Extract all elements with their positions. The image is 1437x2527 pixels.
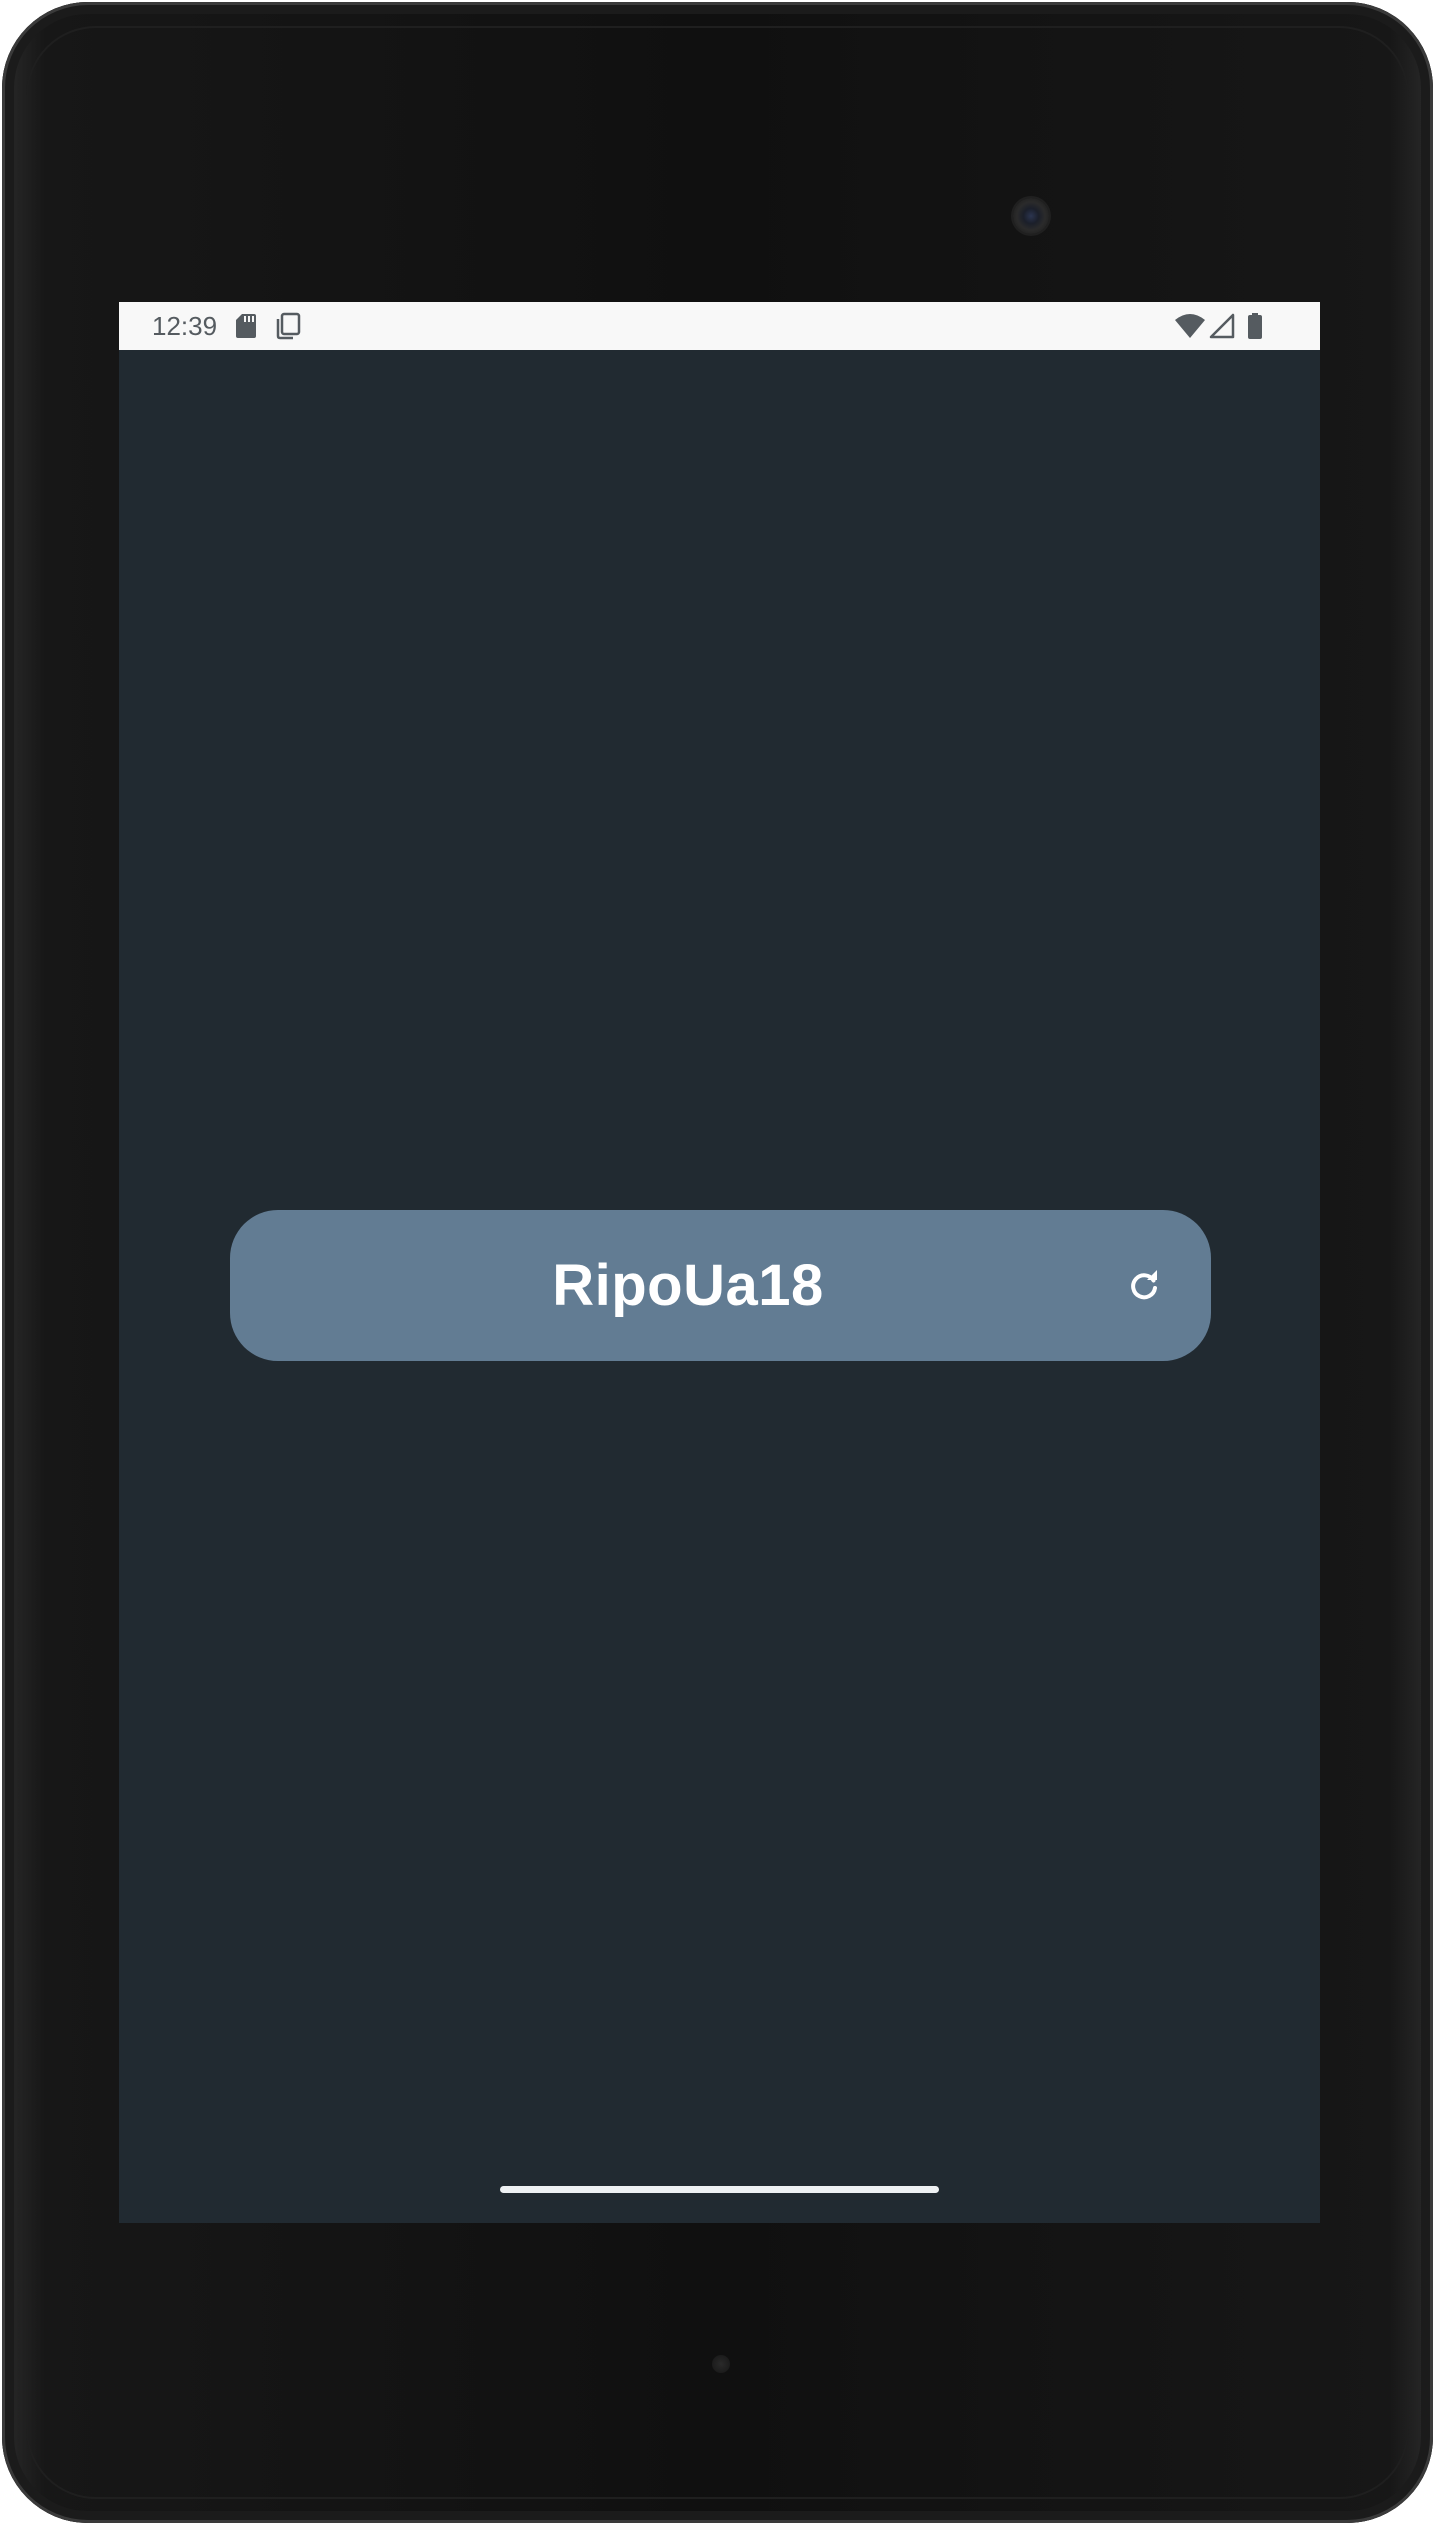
status-time: 12:39: [152, 311, 218, 341]
cell-signal-icon: [1209, 312, 1235, 340]
refresh-icon[interactable]: [1126, 1268, 1162, 1309]
code-button[interactable]: RipoUa18: [230, 1210, 1211, 1361]
code-label: RipoUa18: [552, 1253, 824, 1318]
front-camera: [1013, 198, 1049, 234]
proximity-sensor: [712, 2355, 730, 2373]
tablet-frame: 12:39 RipoUa18: [2, 2, 1433, 2523]
wifi-icon: [1174, 312, 1206, 340]
app-screen: 12:39 RipoUa18: [119, 302, 1320, 2223]
gesture-navigation-handle[interactable]: [500, 2186, 939, 2193]
copy-icon: [275, 312, 301, 340]
status-bar: 12:39: [119, 302, 1320, 350]
battery-icon: [1247, 312, 1263, 340]
sd-card-icon: [235, 312, 257, 340]
